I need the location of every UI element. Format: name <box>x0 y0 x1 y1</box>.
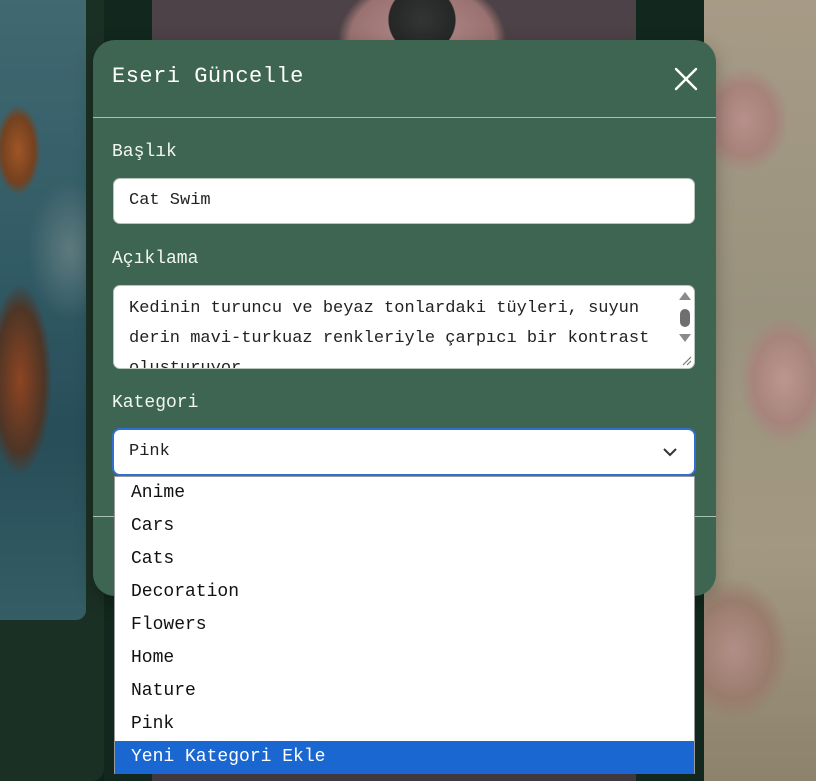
dropdown-option[interactable]: Cats <box>115 543 694 576</box>
title-input-value: Cat Swim <box>129 191 211 210</box>
description-label: Açıklama <box>112 249 199 269</box>
dropdown-option[interactable]: Flowers <box>115 609 694 642</box>
dropdown-option[interactable]: Anime <box>115 477 694 510</box>
resize-grip-icon[interactable] <box>680 354 692 366</box>
dropdown-option[interactable]: Decoration <box>115 576 694 609</box>
close-icon <box>674 67 698 91</box>
scrollbar-thumb[interactable] <box>680 309 690 327</box>
dropdown-option[interactable]: Pink <box>115 708 694 741</box>
scroll-up-arrow-icon[interactable] <box>679 292 691 300</box>
category-select[interactable]: Pink <box>113 429 695 475</box>
scroll-down-arrow-icon[interactable] <box>679 334 691 342</box>
dropdown-option[interactable]: Yeni Kategori Ekle <box>115 741 694 774</box>
close-button[interactable] <box>672 65 700 93</box>
description-textarea[interactable]: Kedinin turuncu ve beyaz tonlardaki tüyl… <box>113 285 695 369</box>
dropdown-option[interactable]: Nature <box>115 675 694 708</box>
category-dropdown-list: Anime Cars Cats Decoration Flowers Home Nature… <box>114 476 695 774</box>
title-input[interactable]: Cat Swim <box>113 178 695 224</box>
modal-title: Eseri Güncelle <box>112 64 304 89</box>
category-select-value: Pink <box>129 442 170 461</box>
category-label: Kategori <box>112 393 199 413</box>
dropdown-option[interactable]: Home <box>115 642 694 675</box>
chevron-down-icon <box>663 448 677 457</box>
dropdown-option[interactable]: Cars <box>115 510 694 543</box>
description-textarea-value: Kedinin turuncu ve beyaz tonlardaki tüyl… <box>129 299 650 369</box>
modal-header: Eseri Güncelle <box>93 40 716 118</box>
title-label: Başlık <box>112 142 177 162</box>
